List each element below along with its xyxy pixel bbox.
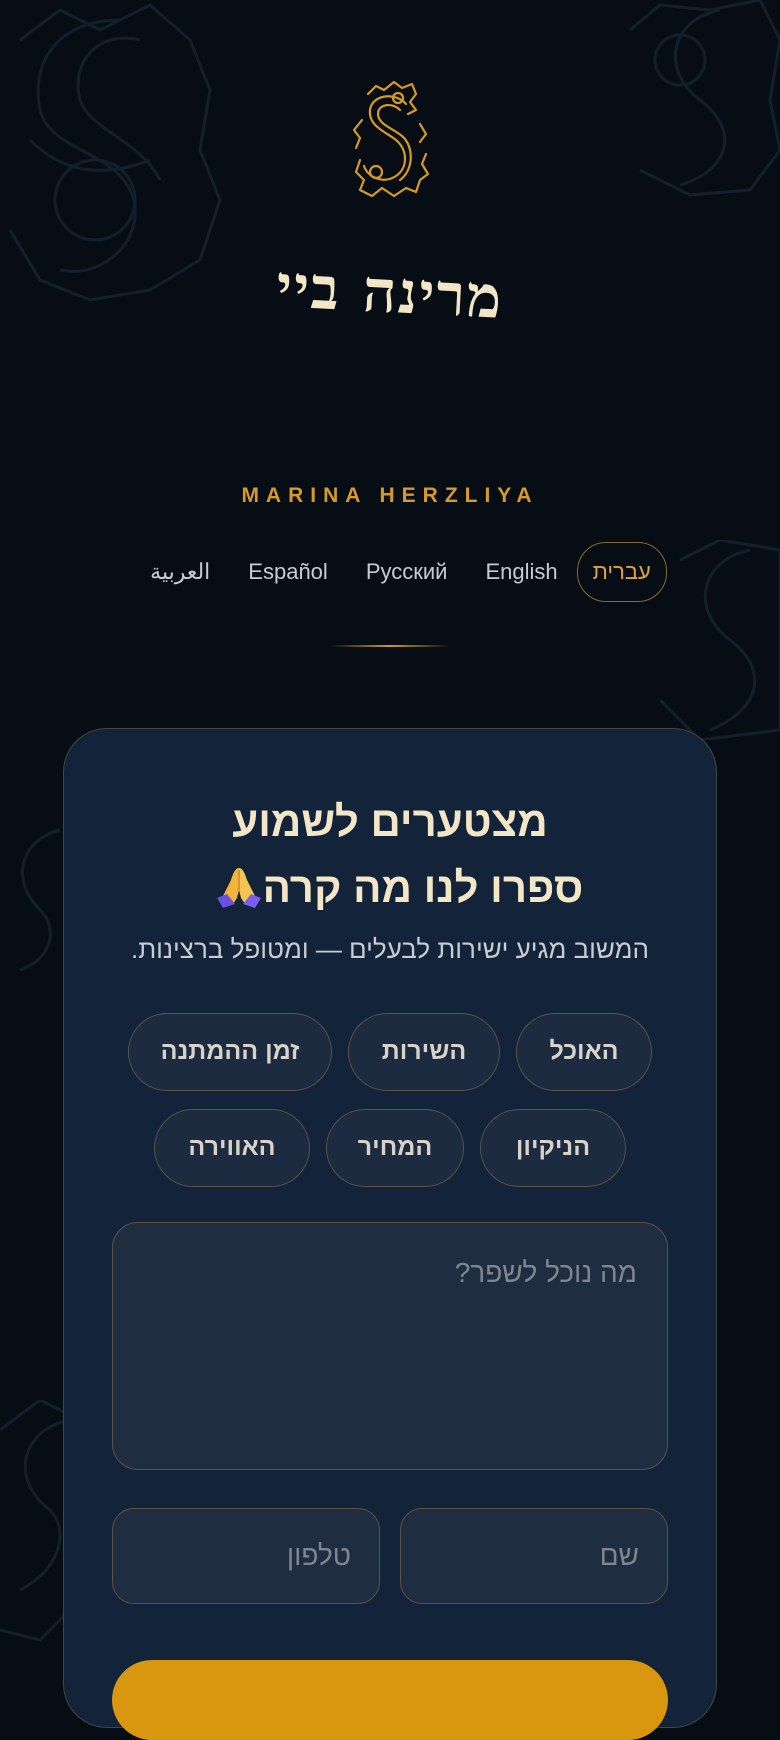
category-chip-food[interactable]: האוכל (516, 1013, 652, 1091)
brand-subtitle: MARINA HERZLIYA (241, 484, 539, 507)
category-chip-wait-time[interactable]: זמן ההמתנה (128, 1013, 332, 1091)
brand-name: מרינה ביי (274, 252, 506, 332)
category-chip-atmosphere[interactable]: האווירה (154, 1109, 310, 1187)
feedback-title-line2: ספרו לנו מה קרה (0, 860, 780, 912)
name-input[interactable] (400, 1508, 668, 1604)
gold-divider (330, 645, 450, 647)
category-chip-cleanliness[interactable]: הניקיון (480, 1109, 626, 1187)
folded-hands-emoji-icon (216, 868, 261, 908)
language-switcher: עברית English Русский Español العربية (0, 542, 780, 602)
feedback-textarea[interactable] (112, 1222, 668, 1470)
ornate-letter-s-logo (352, 80, 430, 198)
feedback-subtitle: המשוב מגיע ישירות לבעלים — ומטופל ברצינו… (130, 934, 649, 964)
language-english[interactable]: English (466, 543, 576, 601)
feedback-title-line1-text: מצטערים לשמוע (232, 798, 548, 845)
category-chip-price[interactable]: המחיר (326, 1109, 464, 1187)
feedback-title-line1: מצטערים לשמוע (0, 798, 780, 846)
language-spanish[interactable]: Español (229, 543, 347, 601)
feedback-title-line2-text: ספרו לנו מה קרה (262, 864, 584, 911)
language-hebrew[interactable]: עברית (576, 542, 667, 602)
category-chip-service[interactable]: השירות (348, 1013, 500, 1091)
background-ornament-top-right (629, 0, 780, 197)
phone-input[interactable] (112, 1508, 380, 1604)
language-russian[interactable]: Русский (347, 543, 467, 601)
language-arabic[interactable]: العربية (131, 543, 229, 601)
submit-button[interactable] (112, 1660, 668, 1740)
